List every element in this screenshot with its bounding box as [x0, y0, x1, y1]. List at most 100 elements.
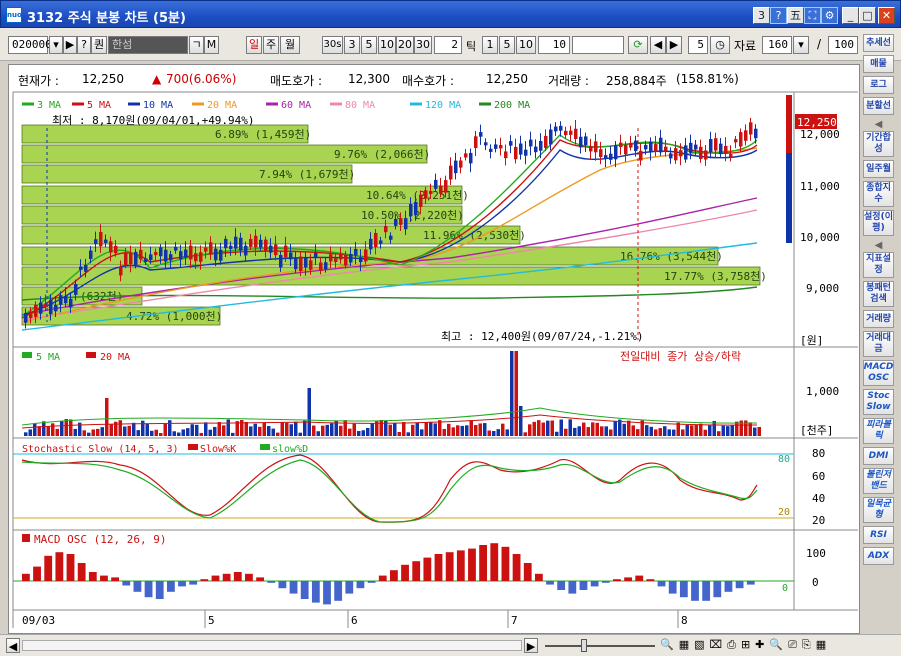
candle-body [629, 142, 633, 148]
volume-bar [717, 431, 721, 436]
macd-bar [479, 545, 488, 581]
volume-bar [636, 429, 640, 436]
volume-bar [613, 421, 617, 436]
ma-legend-label: 10 MA [143, 100, 173, 111]
volume-legend-label: 20 MA [100, 352, 130, 363]
low-annotation: 최저 : 8,170원(09/04/01,+49.94%) [52, 114, 255, 127]
sidebar-button[interactable]: 거래량 [863, 310, 894, 328]
candle-body [749, 122, 753, 135]
macd-bar [423, 557, 432, 581]
volume-bar [46, 426, 50, 436]
sidebar-button[interactable]: 로그 [863, 76, 894, 94]
scroll-right-icon[interactable]: ▶ [524, 638, 538, 653]
macd-bar [323, 581, 331, 605]
candle-body [444, 180, 448, 193]
macd-bar [613, 579, 621, 581]
horizontal-scrollbar[interactable] [22, 640, 522, 651]
sidebar-button[interactable]: RSI [863, 526, 894, 544]
sidebar-button[interactable]: 피라볼릭 [863, 418, 894, 444]
candle-body [464, 153, 468, 158]
candle-body [149, 254, 153, 261]
sidebar-button[interactable]: 일목균형 [863, 497, 894, 523]
ma-legend-label: 20 MA [207, 100, 237, 111]
macd-bar [713, 581, 722, 598]
candle-body [569, 130, 573, 135]
volume-bar [132, 422, 136, 436]
zoom-slider-track[interactable] [545, 645, 655, 647]
sidebar-button[interactable]: Stoc Slow [863, 389, 894, 415]
sidebar-button[interactable]: 기간합성 [863, 131, 894, 157]
candle-body [644, 144, 648, 150]
sidebar-button[interactable]: 추세선 [863, 34, 894, 52]
price-tick: 9,000 [806, 282, 839, 295]
macd-bar [55, 552, 64, 581]
volume-bar [532, 421, 536, 436]
volume-bar [339, 425, 343, 436]
sidebar-button[interactable]: MACD OSC [863, 360, 894, 386]
candle-body [714, 138, 718, 151]
scroll-left-icon[interactable]: ◀ [6, 638, 20, 653]
sidebar-button[interactable]: 종합지수 [863, 181, 894, 207]
volume-bar [604, 426, 608, 436]
sidebar-button[interactable]: ADX [863, 547, 894, 565]
stoch-tick: 80 [812, 447, 825, 460]
stoch-legend-label: Stochastic Slow (14, 5, 3) [22, 444, 179, 455]
candle-body [489, 148, 493, 152]
chart-tool-icons[interactable]: 🔍▦▧⌧⎙⊞✚🔍⎚⎘▦ [660, 638, 831, 652]
stoch-k-line [21, 454, 758, 523]
volume-bar [501, 423, 505, 436]
volume-bar [361, 430, 365, 436]
volume-bar [393, 422, 397, 436]
date-axis: 09/03 5 6 7 8 [22, 610, 688, 628]
volume-bar [699, 423, 703, 436]
macd-bar [345, 581, 354, 594]
sidebar-button[interactable]: 매물 [863, 55, 894, 73]
volume-bar [42, 421, 46, 436]
volume-bar [730, 425, 734, 436]
stoch-legend-label: slow%D [272, 444, 308, 455]
volume-bar [307, 388, 311, 436]
volume-bar [87, 432, 91, 436]
candle-body [214, 248, 218, 261]
volume-profile-label: 17.77% (3,758천) [664, 269, 767, 283]
sidebar-button[interactable]: 분할선 [863, 97, 894, 115]
candle-body [224, 238, 228, 249]
sidebar-button[interactable]: DMI [863, 447, 894, 465]
macd-tick: 0 [812, 576, 819, 589]
candle-body [494, 144, 498, 149]
candle-body [439, 185, 443, 194]
chart-canvas[interactable]: 6.89% (1,459천) 9.76% (2,066천) 7.94% (1,679… [0, 0, 901, 656]
candle-body [269, 245, 273, 253]
price-tick: 12,000 [800, 128, 840, 141]
volume-bar [280, 422, 284, 436]
sidebar-button[interactable]: 일주월 [863, 160, 894, 178]
sidebar-button[interactable]: 거래대금 [863, 331, 894, 357]
macd-bar [412, 561, 421, 581]
volume-bar [204, 422, 208, 436]
candle-body [679, 150, 683, 157]
candle-body [634, 140, 638, 152]
sidebar-button[interactable]: 볼린저밴드 [863, 468, 894, 494]
macd-bar [601, 581, 610, 583]
candle-body [414, 201, 418, 216]
volume-tick: 1,000 [806, 385, 839, 398]
candle-body [99, 232, 103, 247]
candle-body [589, 146, 593, 152]
sidebar-button[interactable]: 지표설정 [863, 252, 894, 278]
candle-body [24, 313, 28, 323]
macd-bar [88, 572, 97, 581]
candle-body [379, 240, 383, 244]
candle-body [339, 253, 343, 260]
candle-body [689, 142, 693, 153]
volume-bar [235, 421, 239, 436]
candle-body [454, 160, 458, 174]
zoom-slider-handle[interactable] [581, 639, 587, 652]
candle-body [284, 245, 288, 258]
sidebar-button[interactable]: 설정(이평) [863, 210, 894, 236]
volume-bar [109, 424, 113, 436]
sidebar-button[interactable]: 봉패턴검색 [863, 281, 894, 307]
candle-body [534, 146, 538, 153]
candle-body [564, 130, 568, 136]
macd-bar [735, 581, 744, 589]
candle-body [334, 258, 338, 262]
